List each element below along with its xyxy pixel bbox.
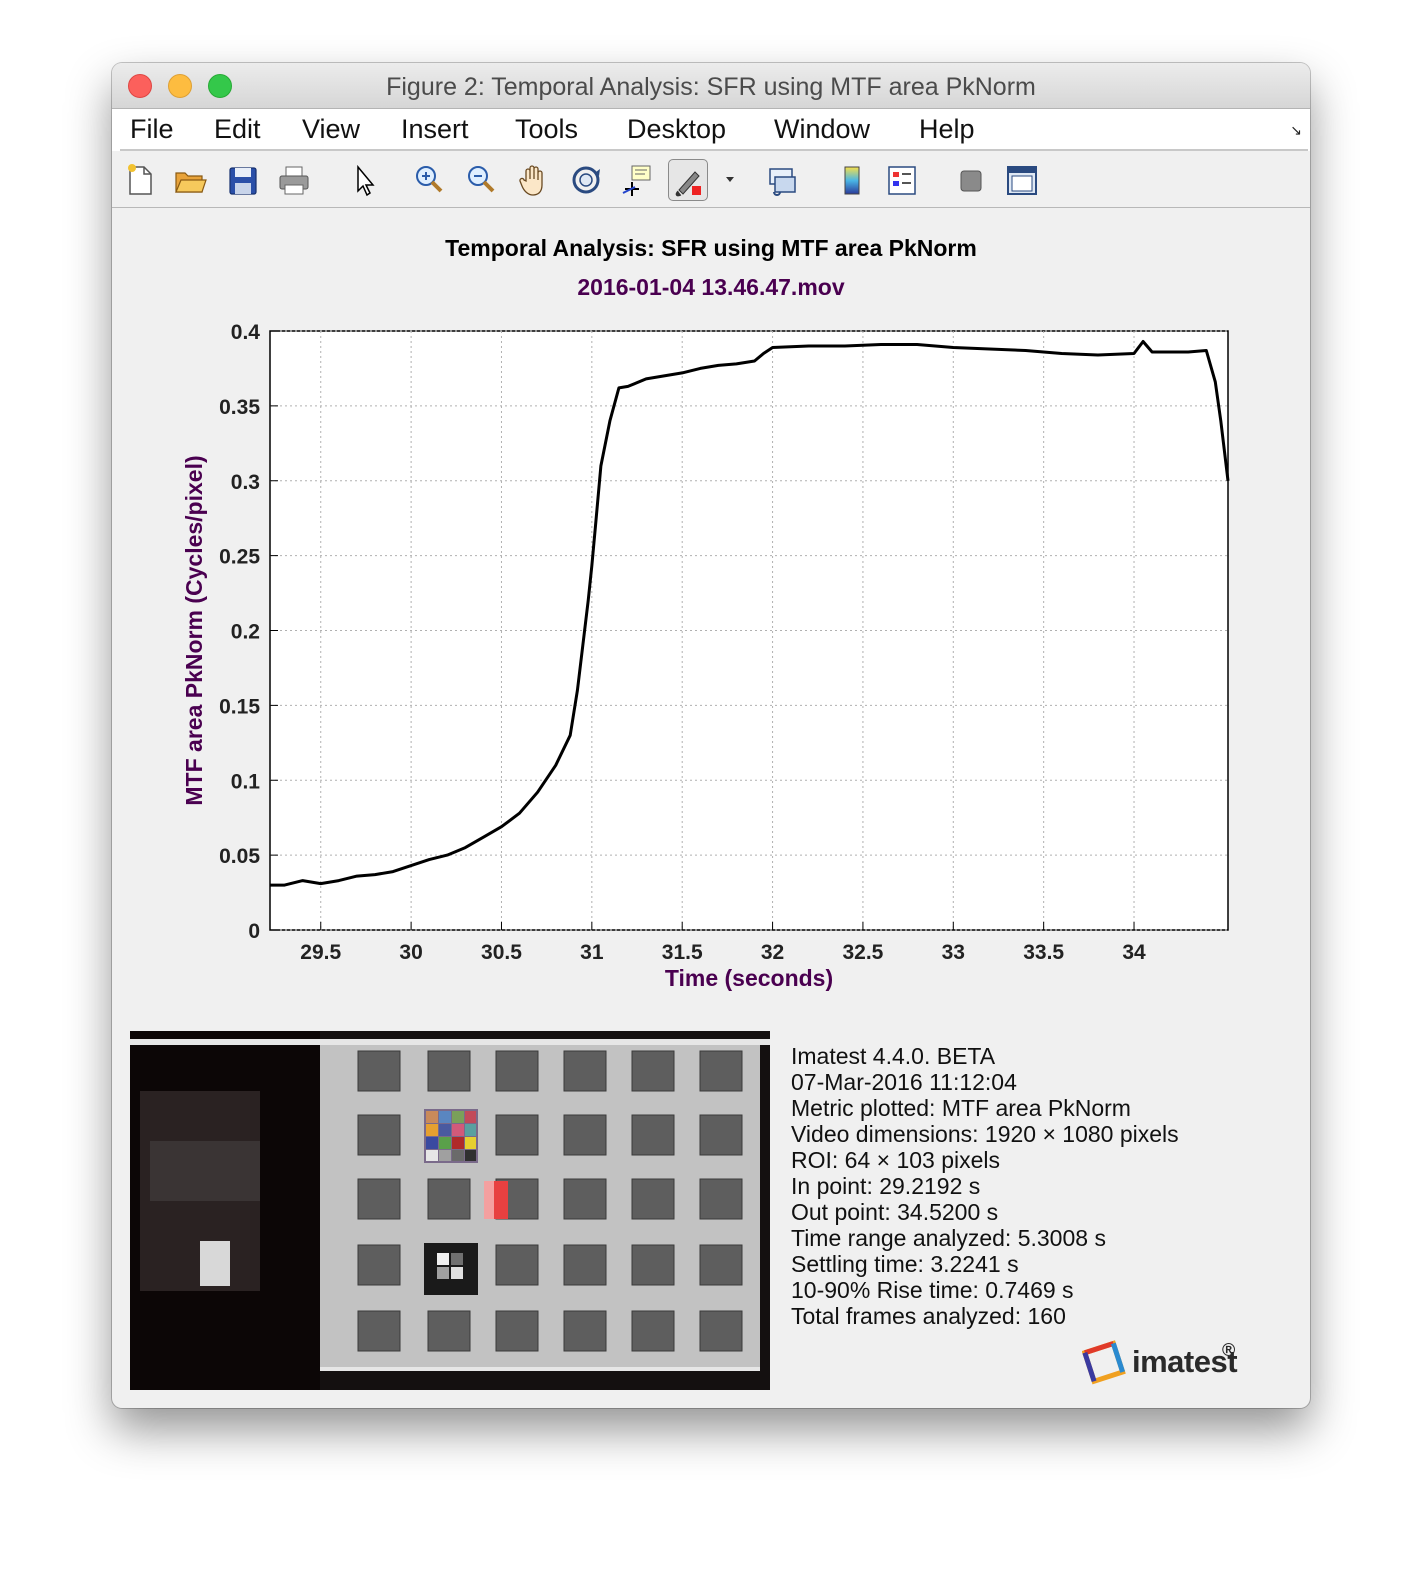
x-tick-label: 32 [761,941,784,964]
video-frame-thumbnail [130,1031,770,1390]
hand-icon[interactable] [514,159,554,201]
menu-insert[interactable]: Insert [401,114,469,145]
menu-view[interactable]: View [302,114,360,145]
data-cursor-icon[interactable] [617,159,657,201]
info-rise-time: 10-90% Rise time: 0.7469 s [791,1277,1074,1303]
x-tick-label: 31 [580,941,604,964]
x-tick-label: 30 [399,941,422,964]
hide-tools-icon[interactable] [952,159,992,201]
y-axis-ticks: 0 0.05 0.1 0.15 0.2 0.25 0.3 0.35 0.4 [219,321,278,943]
y-tick-label: 0.2 [231,621,260,644]
zoom-in-icon[interactable] [410,159,450,201]
imatest-logo-mark-icon [1081,1340,1126,1385]
menu-window[interactable]: Window [774,114,870,145]
x-tick-label: 32.5 [842,941,883,964]
info-version: Imatest 4.4.0. BETA [791,1043,996,1069]
x-tick-label: 34 [1122,941,1146,964]
info-metric: Metric plotted: MTF area PkNorm [791,1095,1131,1121]
x-tick-label: 29.5 [300,941,341,964]
window-title: Figure 2: Temporal Analysis: SFR using M… [386,73,1036,101]
chart-title: Temporal Analysis: SFR using MTF area Pk… [445,235,977,261]
menu-tools[interactable]: Tools [515,114,578,145]
brush-icon[interactable] [668,159,708,201]
x-tick-label: 33.5 [1023,941,1064,964]
info-roi: ROI: 64 × 103 pixels [791,1147,1001,1173]
plot-area [269,330,1229,931]
colorbar-icon[interactable] [832,159,872,201]
info-settling-time: Settling time: 3.2241 s [791,1251,1019,1277]
registered-mark: ® [1222,1340,1236,1360]
floppy-disk-icon[interactable] [223,159,263,201]
chart-subtitle: 2016-01-04 13.46.47.mov [577,274,845,300]
legend-icon[interactable] [882,159,922,201]
info-out-point: Out point: 34.5200 s [791,1199,999,1225]
y-tick-label: 0.35 [219,396,260,419]
zoom-out-icon[interactable] [462,159,502,201]
x-tick-label: 33 [942,941,965,964]
y-tick-label: 0.1 [231,770,261,793]
info-video-dimensions: Video dimensions: 1920 × 1080 pixels [791,1121,1179,1147]
menu-bar: File Edit View Insert Tools Desktop Wind… [112,109,1310,151]
title-bar: Figure 2: Temporal Analysis: SFR using M… [112,63,1310,109]
menu-file[interactable]: File [130,114,174,145]
mtf-line-chart: 29.5 30 30.5 31 31.5 32 32.5 33 33.5 34 00.050.10… [181,321,1230,991]
info-date: 07-Mar-2016 11:12:04 [791,1069,1017,1095]
figure-window: Figure 2: Temporal Analysis: SFR using M… [112,63,1310,1408]
y-tick-label: 0.3 [231,471,260,494]
info-time-range: Time range analyzed: 5.3008 s [791,1225,1106,1251]
link-plot-icon[interactable] [762,159,802,201]
y-tick-label: 0.05 [219,845,260,868]
new-file-icon[interactable] [120,159,160,201]
figure-toolbar [112,153,1310,208]
chevron-down-icon[interactable] [710,159,734,201]
x-tick-label: 30.5 [481,941,522,964]
info-in-point: In point: 29.2192 s [791,1173,981,1199]
menu-help[interactable]: Help [919,114,975,145]
analysis-info-panel: Imatest 4.4.0. BETA 07-Mar-2016 11:12:04… [791,1043,1291,1329]
show-tools-icon[interactable] [1002,159,1042,201]
folder-open-icon[interactable] [170,159,210,201]
menu-edit[interactable]: Edit [214,114,261,145]
menu-desktop[interactable]: Desktop [627,114,726,145]
info-total-frames: Total frames analyzed: 160 [791,1303,1066,1329]
rotate-3d-icon[interactable] [566,159,606,201]
x-axis-label: Time (seconds) [665,965,833,991]
menu-divider [120,149,1308,151]
y-tick-label: 0.4 [231,321,261,344]
dock-arrow-icon[interactable]: ↘ [1290,122,1302,139]
x-tick-label: 31.5 [662,941,703,964]
y-axis-label: MTF area PkNorm (Cycles/pixel) [181,455,207,805]
y-tick-label: 0 [248,920,260,943]
y-tick-label: 0.25 [219,546,260,569]
printer-icon[interactable] [274,159,314,201]
imatest-logo: imatest ® [1081,1340,1262,1386]
pointer-arrow-icon[interactable] [344,159,384,201]
y-tick-label: 0.15 [219,695,260,718]
